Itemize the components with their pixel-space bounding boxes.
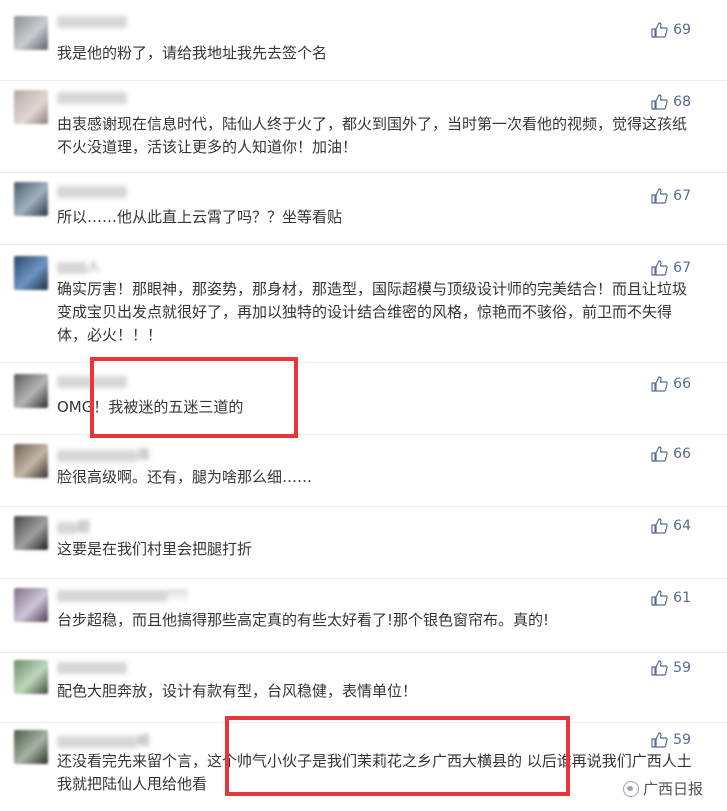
comment-nickname	[57, 660, 127, 676]
comment-nickname: 孩	[57, 444, 150, 463]
comment-text: 脸很高级啊。还有，腿为啥那么细……	[57, 468, 313, 486]
comment-nickname	[57, 184, 127, 200]
avatar[interactable]	[14, 90, 48, 124]
avatar[interactable]	[14, 374, 48, 408]
comment-item: 所以……他从此直上云霄了吗？？坐等看贴 67	[0, 172, 727, 245]
like-button[interactable]: 69	[651, 20, 691, 40]
avatar[interactable]	[14, 660, 48, 694]
thumbs-up-icon	[651, 518, 668, 534]
avatar[interactable]	[14, 516, 48, 550]
comment-item: 由衷感谢现在信息时代，陆仙人终于火了，都火到国外了，当时第一次看他的视频，觉得这…	[0, 80, 727, 173]
like-count: 64	[673, 518, 691, 534]
highlight-box	[90, 357, 298, 438]
like-count: 69	[673, 22, 691, 38]
avatar[interactable]	[14, 444, 48, 478]
comment-nickname: 超	[57, 516, 90, 535]
like-button[interactable]: 61	[651, 588, 691, 608]
comment-item: !!!! 台步超稳，而且他搞得那些高定真的有些太好看了!那个银色窗帘布。真的! …	[0, 578, 727, 653]
like-button[interactable]: 64	[651, 516, 691, 536]
avatar[interactable]	[14, 730, 48, 764]
comment-text: 我是他的粉了，请给我地址我先去签个名	[57, 44, 328, 62]
thumbs-up-icon	[651, 188, 668, 204]
thumbs-up-icon	[651, 376, 668, 392]
watermark-label: 广西日报	[642, 780, 703, 798]
like-count: 59	[673, 660, 691, 676]
thumbs-up-icon	[651, 732, 668, 748]
like-button[interactable]: 66	[651, 374, 691, 394]
like-button[interactable]: 66	[651, 444, 691, 464]
like-count: 67	[673, 260, 691, 276]
comment-text: 确实厉害！那眼神，那姿势，那身材，那造型，国际超模与顶级设计师的完美结合！而且让…	[57, 280, 688, 344]
comment-nickname	[57, 14, 127, 30]
like-count: 61	[673, 590, 691, 606]
comment-text: 台步超稳，而且他搞得那些高定真的有些太好看了!那个银色窗帘布。真的!	[57, 611, 550, 629]
comment-text: 由衷感谢现在信息时代，陆仙人终于火了，都火到国外了，当时第一次看他的视频，觉得这…	[57, 115, 688, 156]
comment-item: 超 这要是在我们村里会把腿打折 64	[0, 506, 727, 579]
wechat-logo-icon	[622, 780, 639, 797]
comment-item: 孩 脸很高级啊。还有，腿为啥那么细…… 66	[0, 434, 727, 507]
watermark: 广西日报	[618, 776, 707, 801]
comment-nickname: 人	[57, 256, 100, 275]
thumbs-up-icon	[651, 590, 668, 606]
comment-nickname: 娅	[57, 730, 150, 749]
avatar[interactable]	[14, 588, 48, 622]
comment-item: 人 确实厉害！那眼神，那姿势，那身材，那造型，国际超模与顶级设计师的完美结合！而…	[0, 244, 727, 363]
like-count: 66	[673, 376, 691, 392]
like-count: 67	[673, 188, 691, 204]
like-button[interactable]: 68	[651, 92, 691, 112]
avatar[interactable]	[14, 16, 48, 50]
avatar[interactable]	[14, 182, 48, 216]
like-button[interactable]: 59	[651, 730, 691, 750]
like-button[interactable]: 59	[651, 658, 691, 678]
thumbs-up-icon	[651, 260, 668, 276]
thumbs-up-icon	[651, 22, 668, 38]
like-button[interactable]: 67	[651, 186, 691, 206]
like-count: 59	[673, 732, 691, 748]
like-count: 66	[673, 446, 691, 462]
comment-item: 配色大胆奔放，设计有款有型，台风稳健，表情单位！ 59	[0, 652, 727, 723]
highlight-box	[225, 716, 570, 796]
comment-text: 这要是在我们村里会把腿打折	[57, 540, 253, 558]
avatar[interactable]	[14, 256, 48, 290]
comment-nickname: !!!!	[57, 588, 188, 604]
comment-nickname	[57, 90, 127, 106]
comment-text: 配色大胆奔放，设计有款有型，台风稳健，表情单位！	[57, 682, 418, 700]
comment-text: 所以……他从此直上云霄了吗？？坐等看贴	[57, 208, 343, 226]
like-button[interactable]: 67	[651, 258, 691, 278]
thumbs-up-icon	[651, 94, 668, 110]
thumbs-up-icon	[651, 660, 668, 676]
comment-item: 我是他的粉了，请给我地址我先去签个名 69	[0, 0, 727, 81]
thumbs-up-icon	[651, 446, 668, 462]
like-count: 68	[673, 94, 691, 110]
